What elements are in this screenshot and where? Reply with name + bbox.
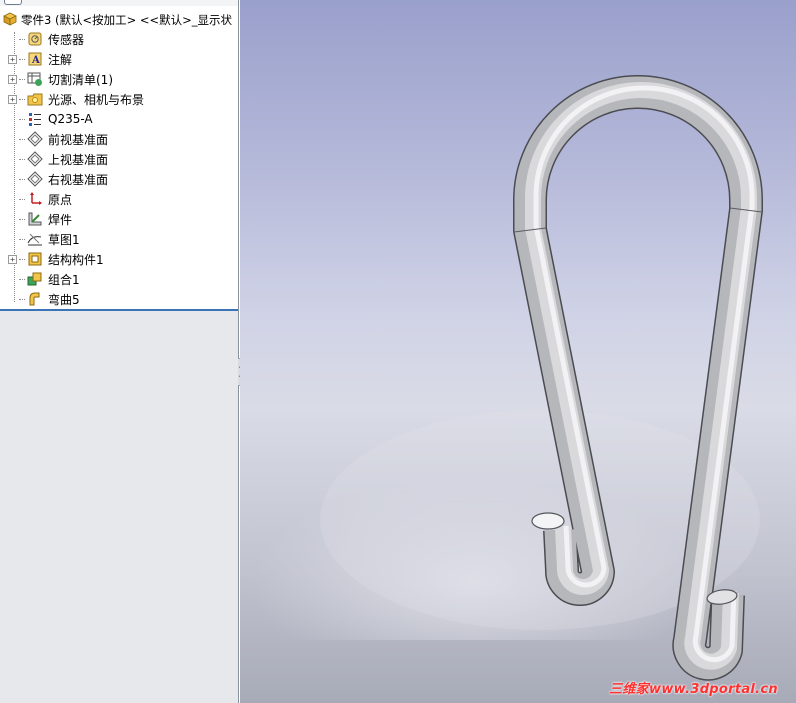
rollback-bar[interactable] [0, 309, 238, 311]
tree-connector [19, 78, 25, 80]
combine-icon [27, 271, 43, 287]
tree-item-label: 注解 [48, 52, 73, 67]
tree-connector [19, 158, 25, 160]
plane-icon [27, 151, 43, 167]
expand-icon[interactable]: + [8, 94, 17, 104]
tree-item-label: 右视基准面 [48, 172, 109, 187]
feature-manager-panel: 零件3 (默认<按加工> <<默认>_显示状 传感器 + A 注解 + 切割清单(1) + 光… [0, 0, 239, 703]
tree-item-label: 光源、相机与布景 [48, 92, 145, 107]
tree-connector [19, 218, 25, 220]
watermark-text: 三维家www.3dportal.cn [609, 682, 778, 697]
tree-item-label: Q235-A [48, 112, 93, 126]
tree-item[interactable]: 原点 [8, 190, 72, 208]
tree-item-label: 结构构件1 [48, 252, 104, 267]
tree-item-label: 组合1 [48, 272, 80, 287]
tree-item-label: 前视基准面 [48, 132, 109, 147]
tree-connector [19, 258, 25, 260]
tree-item[interactable]: 传感器 [8, 30, 84, 48]
lights-cameras-scene-icon [27, 91, 43, 107]
plane-icon [27, 171, 43, 187]
tree-item[interactable]: Q235-A [8, 110, 93, 128]
tree-connector [19, 198, 25, 200]
tree-item-label: 原点 [48, 192, 73, 207]
tree-root-label: 零件3 (默认<按加工> <<默认>_显示状 [21, 13, 233, 27]
weldment-icon [27, 211, 43, 227]
tree-connector [19, 238, 25, 240]
tree-connector [19, 98, 25, 100]
tree-connector [19, 178, 25, 180]
origin-icon [27, 191, 43, 207]
tree-item[interactable]: 弯曲5 [8, 290, 80, 308]
tree-item-label: 焊件 [48, 212, 73, 227]
annotation-icon: A [27, 51, 43, 67]
tree-connector [19, 278, 25, 280]
tree-connector [19, 58, 25, 60]
tree-item-label: 上视基准面 [48, 152, 109, 167]
tree-item-label: 传感器 [48, 32, 85, 47]
tree-item-label: 草图1 [48, 232, 80, 247]
expand-icon[interactable]: + [8, 54, 17, 64]
tree-root-part[interactable]: 零件3 (默认<按加工> <<默认>_显示状 [2, 12, 236, 28]
expand-icon[interactable]: + [8, 254, 17, 264]
cut-list-icon [27, 71, 43, 87]
tree-item-label: 弯曲5 [48, 292, 80, 307]
tree-item[interactable]: 右视基准面 [8, 170, 108, 188]
tree-item[interactable]: 前视基准面 [8, 130, 108, 148]
tree-item[interactable]: + 切割清单(1) [8, 70, 113, 88]
tree-connector [19, 118, 25, 120]
expand-icon[interactable]: + [8, 74, 17, 84]
tree-item[interactable]: 焊件 [8, 210, 72, 228]
flex-bend-icon [27, 291, 43, 307]
part-icon [2, 12, 18, 28]
feature-tree: 零件3 (默认<按加工> <<默认>_显示状 传感器 + A 注解 + 切割清单(1) + 光… [0, 6, 238, 310]
tree-item[interactable]: 组合1 [8, 270, 80, 288]
tree-item[interactable]: + 结构构件1 [8, 250, 104, 268]
tree-connector [19, 298, 25, 300]
tree-item[interactable]: + A 注解 [8, 50, 72, 68]
hook-model [240, 75, 796, 681]
sensor-icon [27, 31, 43, 47]
tree-connector [19, 38, 25, 40]
tree-item[interactable]: 草图1 [8, 230, 80, 248]
material-icon [27, 111, 43, 127]
plane-icon [27, 131, 43, 147]
sketch-icon [27, 231, 43, 247]
tree-item-label: 切割清单(1) [48, 72, 113, 87]
tree-connector [19, 138, 25, 140]
panel-tab[interactable] [4, 0, 22, 5]
svg-text:A: A [31, 55, 40, 66]
tree-item[interactable]: 上视基准面 [8, 150, 108, 168]
tree-item[interactable]: + 光源、相机与布景 [8, 90, 144, 108]
structural-member-icon [27, 251, 43, 267]
graphics-viewport[interactable]: 三维家www.3dportal.cn [240, 0, 796, 703]
